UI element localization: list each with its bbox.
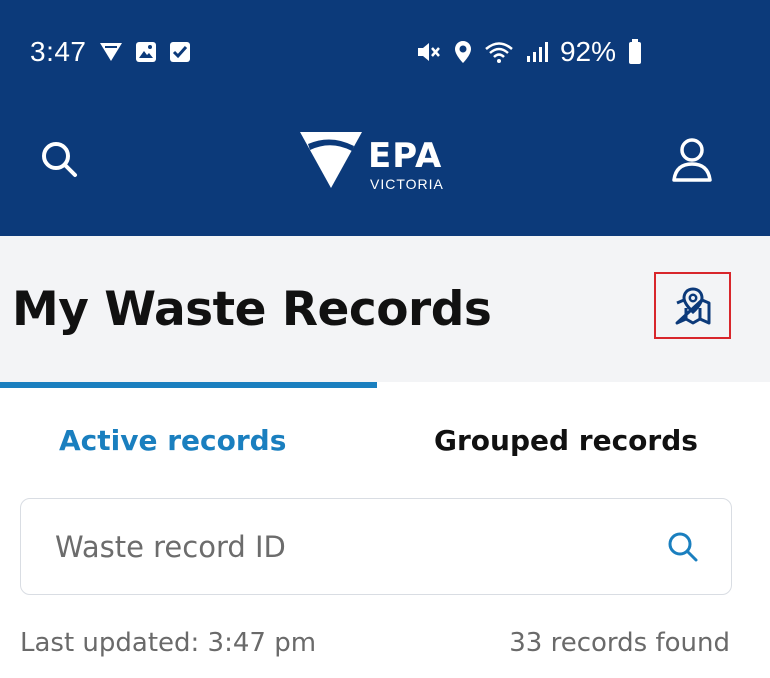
app-header: 3:47 92% EPA VICTORIA (0, 0, 770, 236)
status-right: 92% (416, 32, 642, 72)
signal-triangle-icon (99, 42, 123, 62)
location-icon (454, 40, 472, 64)
mute-icon (416, 40, 442, 64)
user-profile-icon (672, 138, 712, 182)
cell-signal-icon (526, 41, 548, 63)
header-search-button[interactable] (38, 138, 80, 180)
image-icon (135, 41, 157, 63)
map-pin-icon (675, 286, 710, 324)
records-found-count: 33 records found (509, 628, 730, 658)
active-tab-indicator (0, 382, 377, 388)
search-icon (42, 142, 77, 177)
epa-logo-mark-icon (300, 132, 362, 188)
tab-grouped-records[interactable]: Grouped records (434, 424, 698, 457)
profile-button[interactable] (668, 136, 716, 184)
last-updated-text: Last updated: 3:47 pm (20, 628, 317, 658)
status-bar: 3:47 92% (0, 0, 770, 100)
logo-title: EPA (368, 136, 443, 176)
search-icon (668, 532, 698, 562)
waste-record-id-input[interactable] (55, 527, 635, 567)
status-time: 3:47 (30, 36, 87, 67)
logo-subtitle: VICTORIA (370, 176, 444, 192)
wifi-icon (484, 40, 514, 64)
status-left: 3:47 (30, 32, 191, 72)
map-view-button[interactable] (654, 272, 731, 339)
battery-icon (628, 39, 642, 65)
tab-active-records[interactable]: Active records (59, 424, 286, 457)
battery-percent: 92% (559, 36, 616, 67)
checkbox-icon (169, 41, 191, 63)
epa-victoria-logo: EPA VICTORIA (298, 124, 458, 196)
waste-record-search-box (20, 498, 732, 595)
page-title: My Waste Records (12, 282, 492, 337)
search-submit-button[interactable] (665, 529, 701, 565)
